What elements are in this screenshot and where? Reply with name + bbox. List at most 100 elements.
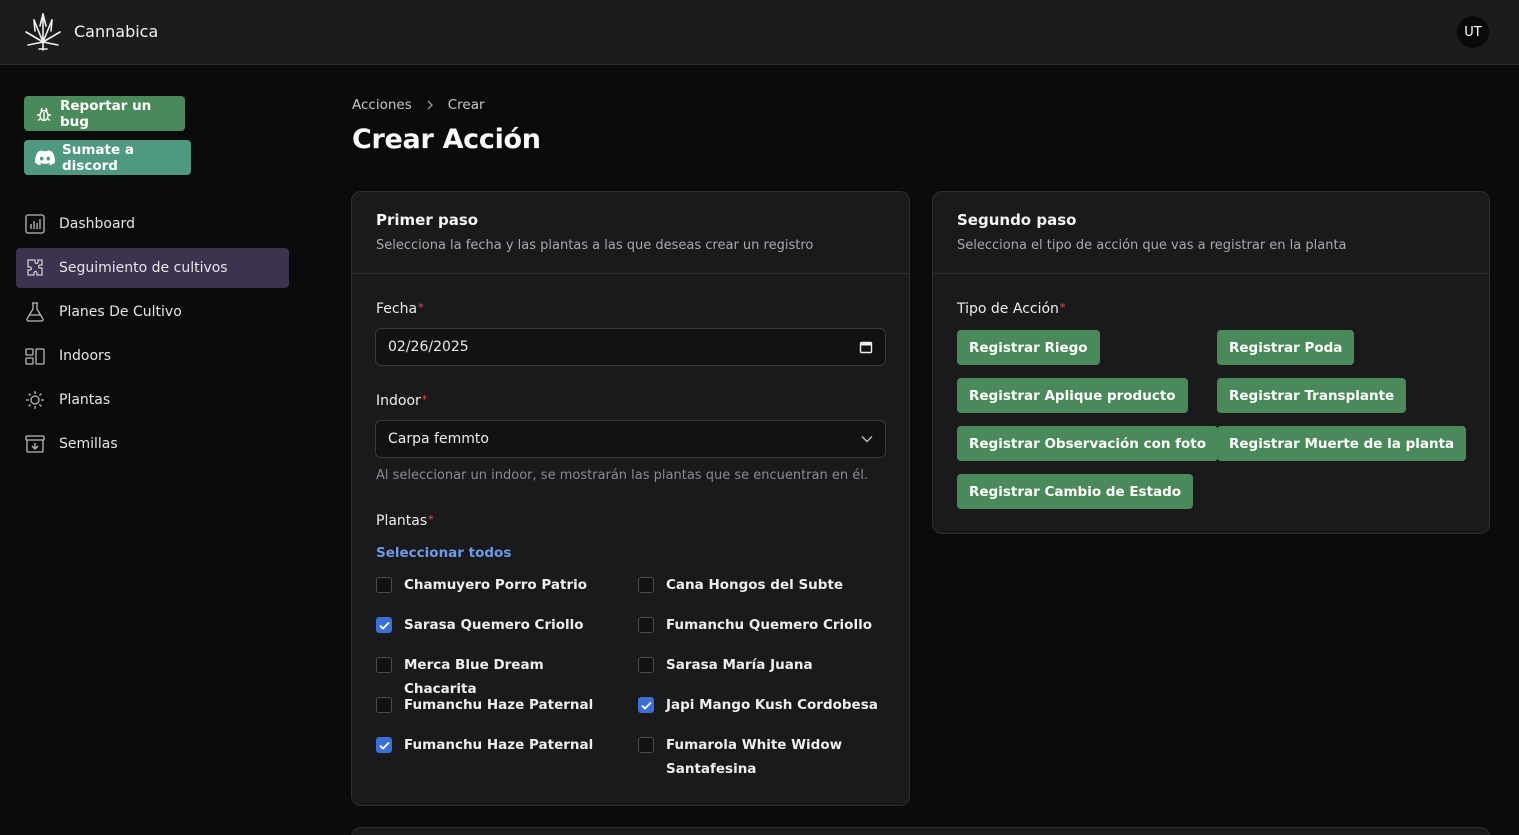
- plant-checkbox-item[interactable]: Fumanchu Haze Paternal: [376, 693, 616, 717]
- layout-icon: [25, 348, 45, 365]
- plant-checkbox[interactable]: [376, 617, 392, 633]
- sidebar-item-semillas[interactable]: Semillas: [16, 424, 289, 464]
- plant-checkbox-item[interactable]: Sarasa María Juana: [638, 653, 878, 677]
- breadcrumb: Acciones Crear: [352, 97, 485, 113]
- breadcrumb-acciones[interactable]: Acciones: [352, 97, 412, 113]
- report-bug-label: Reportar un bug: [60, 97, 152, 130]
- registrar-aplique-producto-button[interactable]: Registrar Aplique producto: [957, 378, 1188, 413]
- step1-title: Primer paso: [376, 211, 479, 229]
- plant-checkbox-label: Fumanchu Quemero Criollo: [666, 617, 872, 633]
- bug-icon: [37, 107, 51, 121]
- user-avatar[interactable]: UT: [1457, 16, 1489, 48]
- plantas-label-text: Plantas: [376, 513, 428, 529]
- plant-checkbox-label: Japi Mango Kush Cordobesa: [666, 697, 878, 713]
- step2-card: Segundo paso Selecciona el tipo de acció…: [932, 191, 1490, 534]
- sun-icon: [26, 391, 44, 409]
- chevron-right-icon: [427, 100, 433, 110]
- required-asterisk: *: [418, 301, 424, 314]
- plant-checkbox-item[interactable]: Japi Mango Kush Cordobesa: [638, 693, 878, 717]
- calendar-icon[interactable]: [859, 340, 873, 354]
- plant-checkbox-label: Fumanchu Haze Paternal: [404, 697, 594, 713]
- discord-button[interactable]: Sumate a discord: [24, 140, 191, 175]
- top-bar: Cannabica UT: [0, 0, 1519, 65]
- plant-checkbox-item[interactable]: Fumanchu Quemero Criollo: [638, 613, 878, 637]
- registrar-riego-button[interactable]: Registrar Riego: [957, 330, 1100, 365]
- plant-checkbox-item[interactable]: Fumanchu Haze Paternal: [376, 733, 616, 757]
- step2-subtitle: Selecciona el tipo de acción que vas a r…: [957, 238, 1347, 253]
- chevron-down-icon: [861, 436, 873, 443]
- sidebar-item-indoors[interactable]: Indoors: [16, 336, 289, 376]
- indoor-select[interactable]: Carpa femmto: [375, 420, 886, 458]
- cannabis-leaf-logo-icon[interactable]: [22, 12, 64, 52]
- breadcrumb-crear: Crear: [447, 97, 485, 113]
- flask-icon: [26, 302, 44, 322]
- plant-checkbox[interactable]: [376, 737, 392, 753]
- step2-title: Segundo paso: [957, 211, 1077, 229]
- step1-subtitle: Selecciona la fecha y las plantas a las …: [376, 238, 814, 253]
- plantas-label: Plantas*: [376, 513, 434, 529]
- sidebar-item-label: Plantas: [59, 392, 111, 408]
- page-title: Crear Acción: [352, 124, 541, 155]
- brand-name[interactable]: Cannabica: [74, 22, 158, 41]
- checkmark-icon: [378, 621, 390, 630]
- indoor-helper-text: Al seleccionar un indoor, se mostrarán l…: [376, 468, 868, 483]
- registrar-cambio-estado-button[interactable]: Registrar Cambio de Estado: [957, 474, 1194, 509]
- puzzle-icon: [27, 259, 43, 276]
- indoor-value: Carpa femmto: [388, 431, 489, 447]
- required-asterisk: *: [428, 513, 434, 526]
- plant-checkbox[interactable]: [638, 737, 654, 753]
- select-all-link[interactable]: Seleccionar todos: [376, 545, 511, 561]
- plant-checkbox-label: Fumanchu Haze Paternal: [404, 737, 594, 753]
- registrar-poda-button[interactable]: Registrar Poda: [1217, 330, 1355, 365]
- required-asterisk: *: [421, 393, 428, 406]
- sidebar-item-label: Planes De Cultivo: [59, 304, 182, 320]
- registrar-transplante-button[interactable]: Registrar Transplante: [1217, 378, 1407, 413]
- plant-checkbox-label: Fumarola White Widow Santafesina: [666, 737, 843, 777]
- registrar-muerte-button[interactable]: Registrar Muerte de la planta: [1217, 426, 1467, 461]
- plant-checkbox[interactable]: [638, 577, 654, 593]
- plant-checkbox-item[interactable]: Chamuyero Porro Patrio: [376, 573, 616, 597]
- report-bug-button[interactable]: Reportar un bug: [24, 96, 185, 131]
- sidebar-item-dashboard[interactable]: Dashboard: [16, 204, 289, 244]
- plant-checkbox[interactable]: [376, 697, 392, 713]
- indoor-label: Indoor*: [376, 393, 427, 409]
- sidebar-item-seguimiento[interactable]: Seguimiento de cultivos: [16, 248, 289, 288]
- sidebar-item-label: Semillas: [59, 436, 118, 452]
- plant-checkbox[interactable]: [638, 697, 654, 713]
- sidebar-item-planes[interactable]: Planes De Cultivo: [16, 292, 289, 332]
- plant-checkbox-label: Chamuyero Porro Patrio: [404, 577, 588, 593]
- plant-checkbox-label: Sarasa María Juana: [666, 657, 813, 673]
- sidebar-item-label: Indoors: [59, 348, 112, 364]
- plant-checkbox[interactable]: [638, 617, 654, 633]
- sidebar-item-plantas[interactable]: Plantas: [16, 380, 289, 420]
- plant-checkbox-label: Cana Hongos del Subte: [666, 577, 844, 593]
- step1-header: Primer paso Selecciona la fecha y las pl…: [352, 192, 909, 274]
- checkmark-icon: [378, 741, 390, 750]
- step2-header: Segundo paso Selecciona el tipo de acció…: [933, 192, 1489, 274]
- fecha-date-input[interactable]: 02/26/2025: [375, 328, 886, 366]
- checkmark-icon: [640, 701, 652, 710]
- indoor-label-text: Indoor: [376, 393, 421, 409]
- tipo-accion-label: Tipo de Acción*: [957, 301, 1065, 317]
- plant-checkbox[interactable]: [638, 657, 654, 673]
- registrar-observacion-button[interactable]: Registrar Observación con foto: [957, 426, 1219, 461]
- required-asterisk: *: [1059, 301, 1066, 314]
- fecha-value: 02/26/2025: [388, 339, 469, 355]
- tipo-accion-label-text: Tipo de Acción: [957, 301, 1059, 317]
- plant-checkbox-item[interactable]: Cana Hongos del Subte: [638, 573, 878, 597]
- plant-checkbox[interactable]: [376, 577, 392, 593]
- fecha-label: Fecha*: [376, 301, 424, 317]
- discord-label: Sumate a discord: [62, 141, 134, 174]
- plant-checkbox-item[interactable]: Fumarola White Widow Santafesina: [638, 733, 878, 781]
- fecha-label-text: Fecha: [376, 301, 418, 317]
- sidebar-item-label: Seguimiento de cultivos: [59, 260, 228, 276]
- step1-card: Primer paso Selecciona la fecha y las pl…: [351, 191, 910, 806]
- discord-icon: [35, 149, 55, 165]
- sidebar-item-label: Dashboard: [59, 216, 135, 232]
- plant-checkbox[interactable]: [376, 657, 392, 673]
- chart-icon: [25, 214, 45, 234]
- plant-checkbox-item[interactable]: Sarasa Quemero Criollo: [376, 613, 616, 637]
- step3-card: [351, 827, 1490, 835]
- plant-checkbox-label: Sarasa Quemero Criollo: [404, 617, 584, 633]
- archive-icon: [25, 435, 45, 453]
